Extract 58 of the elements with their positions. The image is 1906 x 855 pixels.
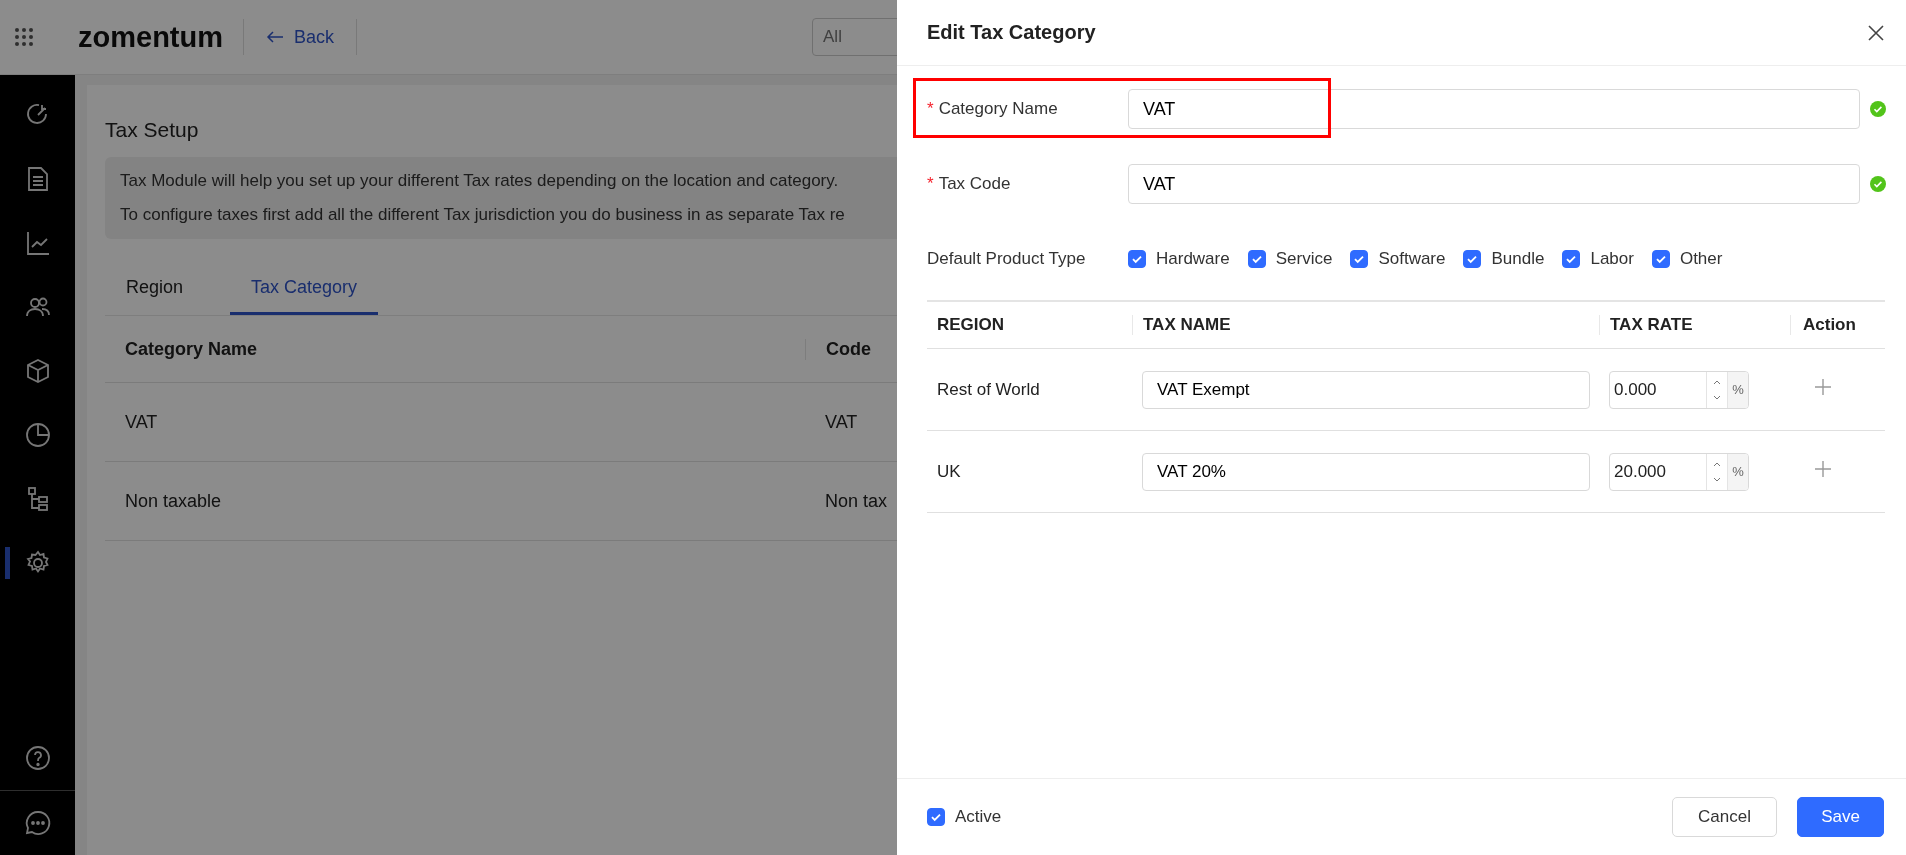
checkbox[interactable] [1651,250,1670,268]
tab[interactable]: Tax Category [230,259,379,315]
column-header: Category Name [105,338,806,360]
checkbox[interactable] [1350,250,1369,268]
back-link[interactable]: Back [244,26,357,48]
checkmark-icon [1131,253,1143,265]
table-cell-text: Non taxable [124,490,223,512]
checkmark-icon [1466,253,1479,265]
checkmark-icon [930,811,942,823]
checkbox[interactable] [1463,250,1482,268]
checkbox[interactable] [927,808,945,826]
table-cell-text: Non tax [824,490,888,512]
input-field[interactable]: VAT Exempt [1142,370,1590,409]
tab[interactable]: Region [105,259,205,315]
table-cell-text: Rest of World [936,379,1041,400]
arrow-left-icon [266,31,284,43]
checkmark-icon [1565,253,1578,265]
field-label: * Tax Code [927,174,1012,194]
checkbox-label: Other [1679,249,1723,269]
info-text: To configure taxes first add all the different Tax jurisdiction you do business in as separate Tax re [120,205,846,225]
cancel-button[interactable]: Cancel [1672,797,1777,837]
checkbox[interactable] [1562,250,1581,268]
checkbox[interactable] [1128,250,1146,268]
input-field[interactable]: VAT [1128,89,1860,129]
table-cell-text: VAT [824,411,858,433]
input-field[interactable]: VAT [1128,164,1860,204]
field-label: Default Product Type [927,249,1087,269]
close-icon[interactable] [1868,24,1884,41]
apps-grid-icon[interactable] [14,27,34,47]
checkmark-icon [1654,253,1667,265]
checkbox-label: Service [1275,249,1333,269]
checkbox-label: Hardware [1156,249,1230,269]
column-header: TAX RATE [1599,315,1790,335]
table-cell-text: UK [936,461,962,482]
checkmark-icon [1250,253,1263,265]
table-cell-text: VAT [124,411,159,433]
checkbox-label: Software [1378,249,1446,269]
column-header: REGION [936,315,1006,335]
column-header: Action [1790,315,1885,335]
number-field[interactable]: 0.000 % [1609,370,1749,409]
drawer-title: Edit Tax Category [927,21,1096,44]
checkbox-label: Active [955,807,1002,827]
checkbox-label: Labor [1590,249,1634,269]
pie-chart-icon [23,421,52,449]
page-title: Tax Setup [105,118,200,142]
chat-icon [23,809,52,837]
number-field[interactable]: 20.000 % [1609,452,1749,491]
column-header: Code [825,338,871,360]
info-text: Tax Module will help you set up your different Tax rates depending on the location and category. [120,171,840,191]
checkbox[interactable] [1247,250,1266,268]
save-button[interactable]: Save [1797,797,1884,837]
help-icon [23,744,52,772]
input-field[interactable]: VAT 20% [1142,452,1590,491]
checkbox-label: Bundle [1491,249,1545,269]
field-label: * Category Name [927,99,1059,119]
column-header: TAX NAME [1132,315,1599,335]
logo: zomentum [78,20,223,54]
checkmark-icon [1353,253,1366,265]
